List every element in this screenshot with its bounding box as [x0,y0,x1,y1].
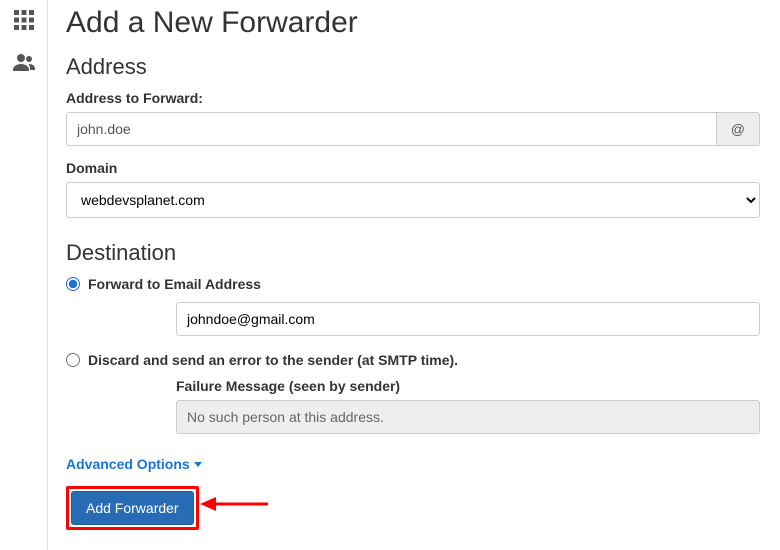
domain-select[interactable]: webdevsplanet.com [66,182,760,218]
advanced-options-label: Advanced Options [66,456,190,472]
page-title: Add a New Forwarder [66,6,760,40]
main-content: Add a New Forwarder Address Address to F… [48,0,780,550]
forward-radio-label: Forward to Email Address [88,276,261,292]
at-addon: @ [717,112,760,146]
apps-grid-icon[interactable] [12,8,36,32]
discard-radio[interactable] [66,353,80,367]
domain-label: Domain [66,160,760,176]
caret-down-icon [194,462,202,467]
address-label: Address to Forward: [66,90,760,106]
annotation-highlight: Add Forwarder [66,486,199,530]
sidebar [0,0,48,550]
address-heading: Address [66,54,760,80]
discard-radio-label: Discard and send an error to the sender … [88,352,458,368]
forward-email-input[interactable] [176,302,760,336]
advanced-options-toggle[interactable]: Advanced Options [66,456,202,472]
failure-message-input [176,400,760,434]
forward-radio[interactable] [66,277,80,291]
failure-label: Failure Message (seen by sender) [176,378,760,394]
users-icon[interactable] [12,50,36,74]
address-input[interactable] [66,112,717,146]
destination-heading: Destination [66,240,760,266]
add-forwarder-button[interactable]: Add Forwarder [71,491,194,525]
